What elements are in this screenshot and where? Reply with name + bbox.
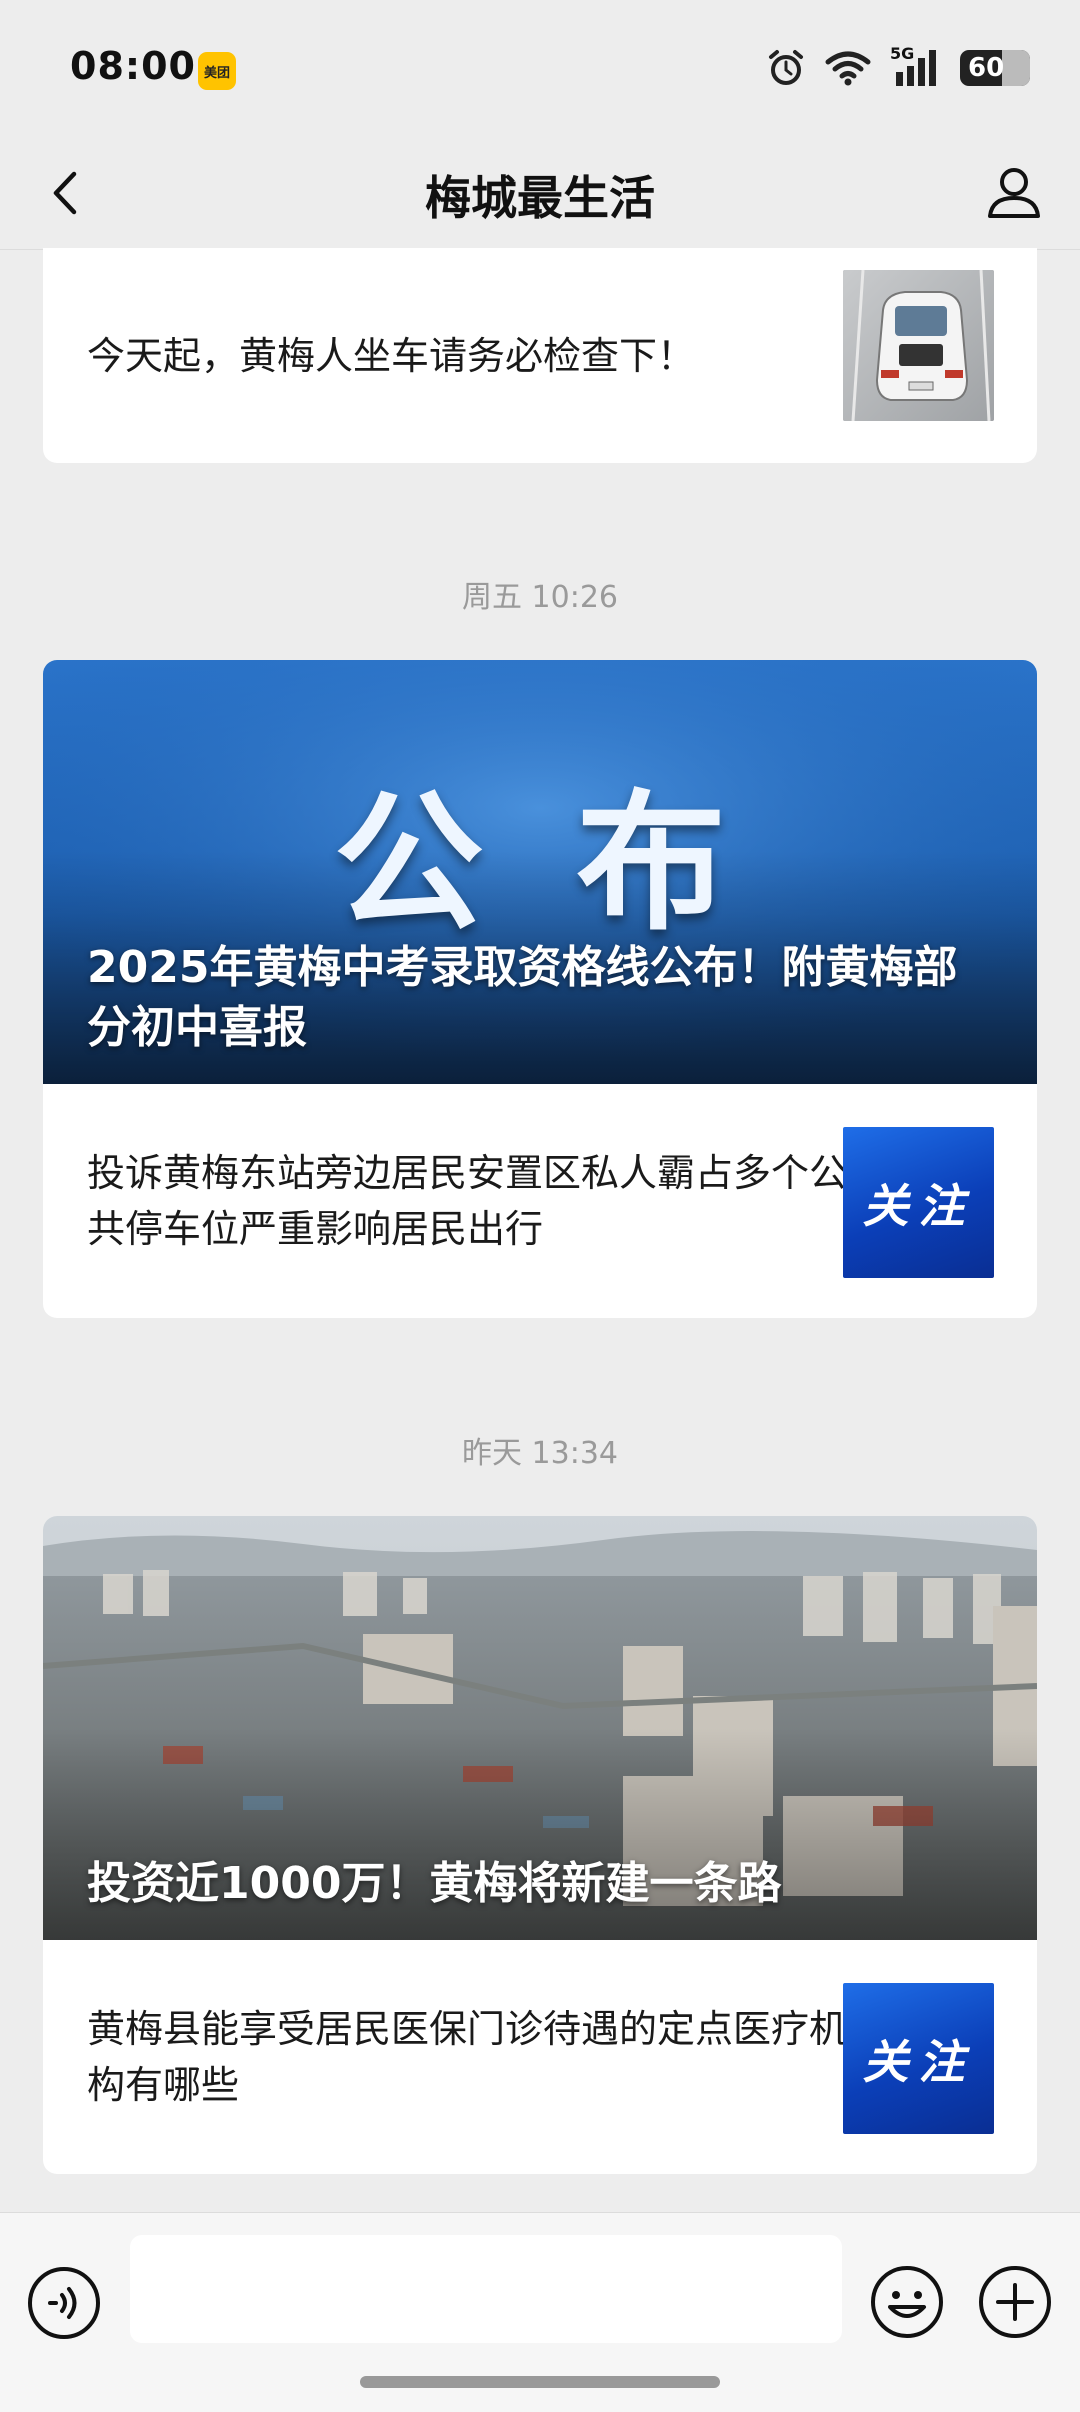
user-icon[interactable] — [982, 160, 1046, 224]
thumbnail-label: 关注 — [862, 2034, 975, 2089]
cover-title: 投资近1000万！黄梅将新建一条路 — [87, 1858, 782, 1909]
article-row[interactable]: 今天起，黄梅人坐车请务必检查下！ — [43, 248, 1037, 463]
attention-thumbnail: 关注 — [843, 1127, 994, 1278]
cover-article[interactable]: 投资近1000万！黄梅将新建一条路 — [43, 1516, 1037, 1940]
article-row[interactable]: 投诉黄梅东站旁边居民安置区私人霸占多个公共停车位严重影响居民出行 关注 — [43, 1084, 1037, 1318]
nav-bar: 梅城最生活 — [0, 136, 1080, 250]
voice-icon[interactable] — [26, 2265, 102, 2341]
message-input[interactable] — [130, 2235, 842, 2343]
article-title: 投诉黄梅东站旁边居民安置区私人霸占多个公共停车位严重影响居民出行 — [87, 1151, 848, 1251]
attention-thumbnail: 关注 — [843, 1983, 994, 2134]
thumbnail-label: 关注 — [862, 1178, 975, 1233]
timestamp: 昨天 13:34 — [462, 1436, 618, 1471]
article-title: 今天起，黄梅人坐车请务必检查下！ — [87, 333, 696, 378]
home-indicator[interactable] — [360, 2376, 720, 2388]
cover-headline: 公 布 — [333, 777, 747, 951]
plus-icon[interactable] — [976, 2263, 1054, 2341]
battery-level: 60 — [968, 53, 1005, 83]
status-bar: 08:00 美团 5G 60 — [0, 0, 1080, 136]
signal-group: 5G — [890, 44, 942, 88]
status-time: 08:00 — [70, 44, 196, 88]
alarm-icon — [769, 50, 803, 85]
page-title: 梅城最生活 — [425, 171, 655, 225]
car-thumbnail — [843, 270, 994, 421]
article-title: 黄梅县能享受居民医保门诊待遇的定点医疗机构有哪些 — [87, 2007, 848, 2107]
article-row[interactable]: 黄梅县能享受居民医保门诊待遇的定点医疗机构有哪些 关注 — [43, 1940, 1037, 2174]
wifi-icon — [825, 51, 871, 86]
meituan-app-icon: 美团 — [198, 52, 236, 90]
emoji-icon[interactable] — [868, 2263, 946, 2341]
timestamp: 周五 10:26 — [462, 580, 618, 615]
cover-article[interactable]: 公 布 2025年黄梅中考录取资格线公布！附黄梅部分初中喜报 — [43, 660, 1037, 1084]
signal-icon — [896, 50, 936, 86]
message-card: 公 布 2025年黄梅中考录取资格线公布！附黄梅部分初中喜报 投诉黄梅东站旁边居… — [43, 660, 1037, 1318]
cover-title: 2025年黄梅中考录取资格线公布！附黄梅部分初中喜报 — [87, 942, 958, 1053]
battery-icon: 60 — [960, 50, 1030, 86]
status-icons: 5G 60 — [766, 44, 1030, 90]
article-card[interactable]: 今天起，黄梅人坐车请务必检查下！ — [43, 248, 1037, 463]
message-card: 投资近1000万！黄梅将新建一条路 黄梅县能享受居民医保门诊待遇的定点医疗机构有… — [43, 1516, 1037, 2174]
